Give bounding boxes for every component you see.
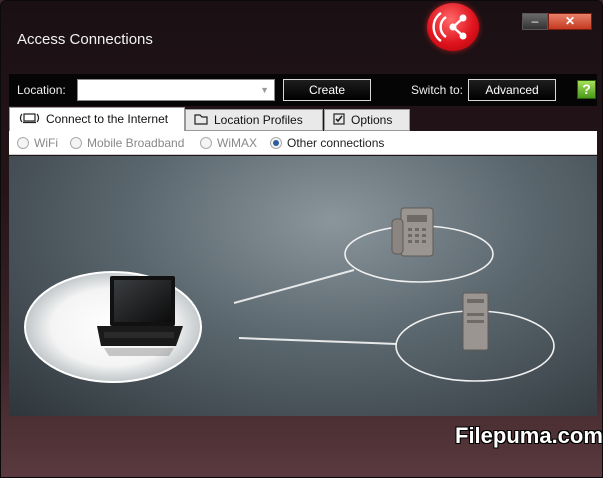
radio-dot	[270, 137, 282, 149]
create-button[interactable]: Create	[283, 79, 371, 101]
window-title: Access Connections	[17, 31, 153, 48]
location-select[interactable]: ▼	[77, 79, 275, 101]
location-value	[78, 83, 82, 97]
radio-label: Mobile Broadband	[87, 136, 185, 150]
radio-dot	[70, 137, 82, 149]
radio-dot	[200, 137, 212, 149]
radio-label: WiFi	[34, 136, 58, 150]
tab-label: Connect to the Internet	[46, 112, 169, 126]
advanced-button[interactable]: Advanced	[468, 79, 556, 101]
tab-options[interactable]: Options	[324, 109, 410, 131]
link-line	[238, 337, 398, 345]
minimize-button[interactable]: –	[522, 13, 548, 30]
phone-modem-icon	[391, 207, 434, 257]
radio-dot	[17, 137, 29, 149]
radio-label: WiMAX	[217, 136, 257, 150]
laptop-signal-icon	[18, 109, 40, 131]
watermark-text: Filepuma.com	[455, 423, 603, 448]
toolbar: Location: ▼ Create Switch to: Advanced ?	[9, 74, 597, 106]
switch-to-label: Switch to:	[411, 83, 464, 97]
app-window: Access Connections – ✕ Location: ▼ Creat…	[0, 0, 603, 478]
tab-bar: Connect to the Internet Location Profile…	[9, 107, 597, 132]
connection-type-radios: WiFi Mobile Broadband WiMAX Other connec…	[9, 131, 597, 155]
help-icon[interactable]: ?	[577, 80, 596, 99]
link-line	[233, 269, 355, 304]
radio-other-connections[interactable]: Other connections	[270, 136, 384, 150]
close-button[interactable]: ✕	[548, 13, 592, 30]
tab-location-profiles[interactable]: Location Profiles	[185, 109, 323, 131]
connection-diagram	[9, 156, 597, 416]
app-logo-icon	[427, 3, 479, 51]
folder-icon	[194, 111, 208, 131]
tab-label: Location Profiles	[214, 113, 303, 127]
server-icon	[462, 292, 489, 351]
tab-connect-internet[interactable]: Connect to the Internet	[9, 107, 185, 132]
chevron-down-icon: ▼	[260, 85, 269, 95]
radio-mobile-broadband[interactable]: Mobile Broadband	[70, 136, 184, 150]
radio-wifi[interactable]: WiFi	[17, 136, 58, 150]
radio-wimax[interactable]: WiMAX	[200, 136, 257, 150]
radio-label: Other connections	[287, 136, 385, 150]
checkbox-icon	[333, 111, 345, 131]
tab-label: Options	[351, 113, 393, 127]
location-label: Location:	[17, 83, 66, 97]
